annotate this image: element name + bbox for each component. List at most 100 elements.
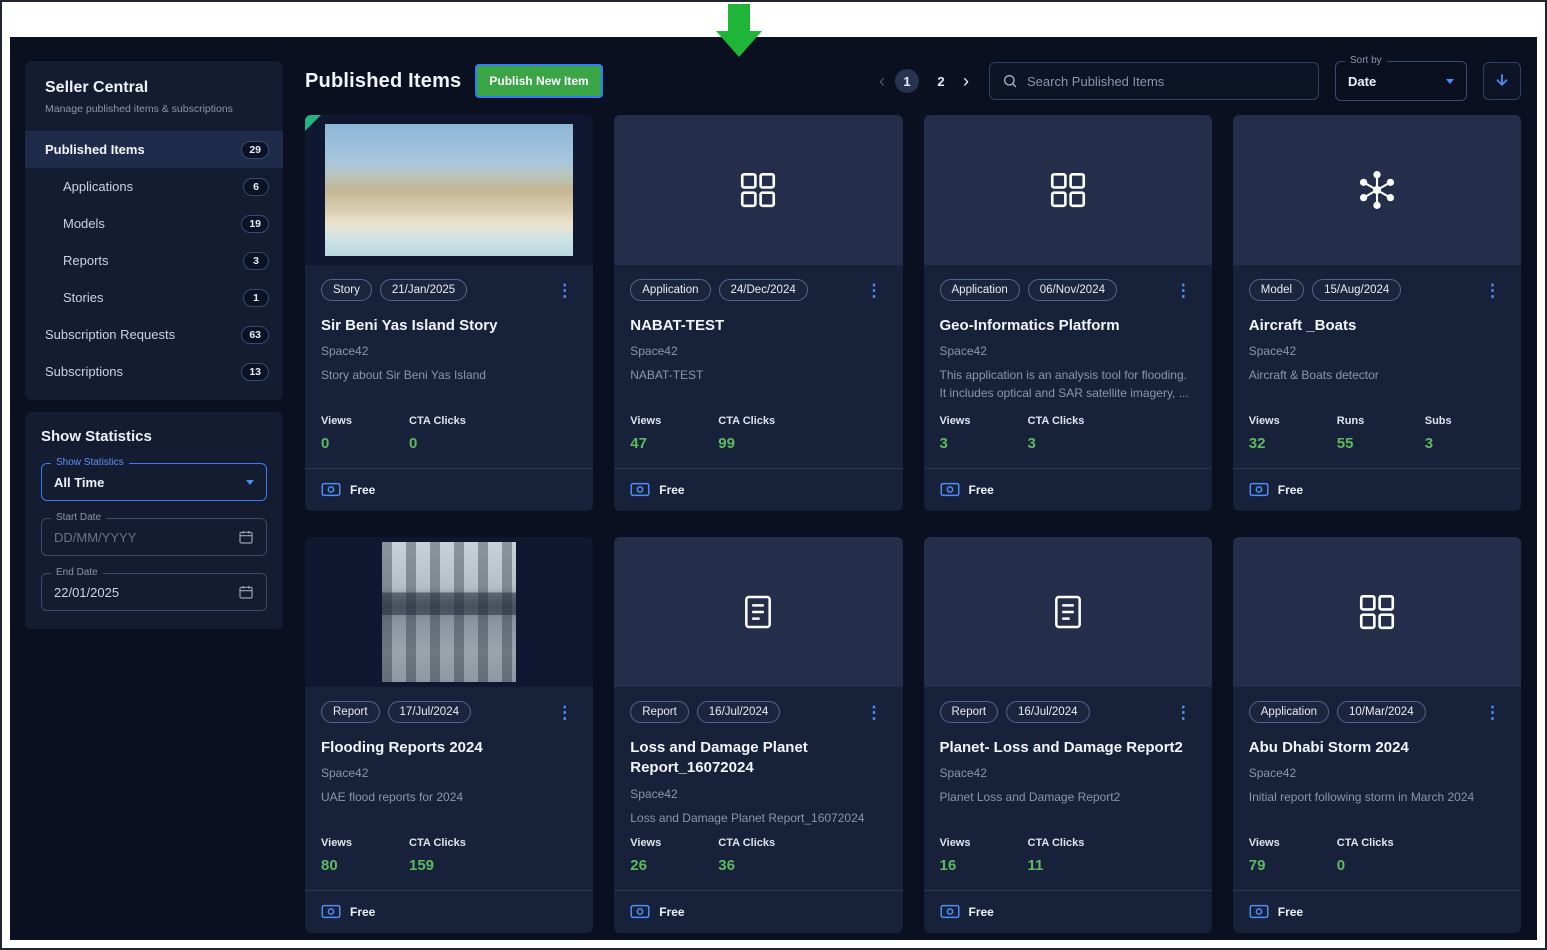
arrow-stem <box>728 4 750 31</box>
page-button-2[interactable]: 2 <box>929 69 953 93</box>
card-title: Abu Dhabi Storm 2024 <box>1249 738 1505 758</box>
card-description: Loss and Damage Planet Report_16072024 <box>630 810 886 827</box>
item-card[interactable]: Application 10/Mar/2024 ⋮ Abu Dhabi Stor… <box>1233 537 1521 933</box>
stat-label: Views <box>940 415 1028 427</box>
cards-grid: Story 21/Jan/2025 ⋮ Sir Beni Yas Island … <box>305 115 1521 933</box>
type-badge: Story <box>321 279 372 301</box>
item-card[interactable]: Story 21/Jan/2025 ⋮ Sir Beni Yas Island … <box>305 115 593 511</box>
more-menu-icon[interactable]: ⋮ <box>862 280 887 301</box>
card-stats: Views16 CTA Clicks11 <box>940 837 1196 874</box>
more-menu-icon[interactable]: ⋮ <box>552 280 577 301</box>
card-stats: Views79 CTA Clicks0 <box>1249 837 1505 874</box>
item-card[interactable]: Report 17/Jul/2024 ⋮ Flooding Reports 20… <box>305 537 593 933</box>
topbar-controls: ‹ 1 2 › Sort by Date <box>879 61 1521 101</box>
nav-label: Subscriptions <box>45 364 123 379</box>
type-badge: Report <box>321 701 380 723</box>
more-menu-icon[interactable]: ⋮ <box>1171 280 1196 301</box>
nav-label: Subscription Requests <box>45 327 175 342</box>
more-menu-icon[interactable]: ⋮ <box>1480 280 1505 301</box>
card-description: Story about Sir Beni Yas Island <box>321 367 577 384</box>
nav-label: Models <box>63 216 105 231</box>
more-menu-icon[interactable]: ⋮ <box>862 702 887 723</box>
sidebar-item-reports[interactable]: Reports 3 <box>25 242 283 279</box>
card-description: NABAT-TEST <box>630 367 886 384</box>
stat-label: CTA Clicks <box>1337 837 1394 849</box>
stat-value: 16 <box>940 857 1028 874</box>
stat-value: 99 <box>718 435 775 452</box>
sidebar-item-models[interactable]: Models 19 <box>25 205 283 242</box>
end-date-input[interactable] <box>54 585 238 600</box>
sidebar-item-published-items[interactable]: Published Items 29 <box>25 131 283 168</box>
item-card[interactable]: Application 06/Nov/2024 ⋮ Geo-Informatic… <box>924 115 1212 511</box>
page-button-1[interactable]: 1 <box>895 69 919 93</box>
item-card[interactable]: Application 24/Dec/2024 ⋮ NABAT-TEST Spa… <box>614 115 902 511</box>
banknote-icon <box>321 482 341 497</box>
stat-label: Views <box>1249 415 1337 427</box>
card-description: This application is an analysis tool for… <box>940 367 1196 402</box>
more-menu-icon[interactable]: ⋮ <box>552 702 577 723</box>
card-stats: Views26 CTA Clicks36 <box>630 837 886 874</box>
date-badge: 16/Jul/2024 <box>697 701 780 723</box>
stat-value: 55 <box>1337 435 1425 452</box>
sidebar-subtitle: Manage published items & subscriptions <box>45 103 267 115</box>
card-thumbnail <box>1233 115 1521 265</box>
card-thumbnail <box>1233 537 1521 687</box>
card-title: NABAT-TEST <box>630 316 886 336</box>
calendar-icon[interactable] <box>238 584 254 600</box>
count-badge: 13 <box>241 363 269 381</box>
start-date-field[interactable]: Start Date <box>41 518 267 556</box>
card-author: Space42 <box>940 344 1196 358</box>
statistics-period-select[interactable]: Show Statistics All Time <box>41 463 267 501</box>
stat-label: Views <box>940 837 1028 849</box>
stat-label: CTA Clicks <box>718 415 775 427</box>
stat-label: Views <box>321 837 409 849</box>
sort-by-label: Sort by <box>1345 55 1387 66</box>
stat-value: 0 <box>1337 857 1394 874</box>
more-menu-icon[interactable]: ⋮ <box>1480 702 1505 723</box>
stat-value: 159 <box>409 857 466 874</box>
price-label: Free <box>1278 905 1303 919</box>
calendar-icon[interactable] <box>238 529 254 545</box>
download-button[interactable] <box>1483 62 1521 100</box>
item-card[interactable]: Model 15/Aug/2024 ⋮ Aircraft _Boats Spac… <box>1233 115 1521 511</box>
search-box[interactable] <box>989 62 1319 100</box>
start-date-input[interactable] <box>54 530 238 545</box>
stat-value: 11 <box>1028 857 1085 874</box>
card-thumbnail <box>924 537 1212 687</box>
banknote-icon <box>940 904 960 919</box>
date-badge: 21/Jan/2025 <box>380 279 467 301</box>
stat-label: Views <box>630 415 718 427</box>
model-icon <box>1354 167 1400 213</box>
card-author: Space42 <box>630 344 886 358</box>
card-title: Sir Beni Yas Island Story <box>321 316 577 336</box>
price-label: Free <box>350 483 375 497</box>
sort-by-select[interactable]: Sort by Date <box>1335 61 1467 101</box>
card-title: Planet- Loss and Damage Report2 <box>940 738 1196 758</box>
more-menu-icon[interactable]: ⋮ <box>1171 702 1196 723</box>
show-statistics-panel: Show Statistics Show Statistics All Time… <box>25 412 283 629</box>
card-description: Aircraft & Boats detector <box>1249 367 1505 384</box>
prev-page-icon[interactable]: ‹ <box>879 72 885 90</box>
sidebar-item-stories[interactable]: Stories 1 <box>25 279 283 316</box>
type-badge: Application <box>940 279 1020 301</box>
item-card[interactable]: Report 16/Jul/2024 ⋮ Planet- Loss and Da… <box>924 537 1212 933</box>
stat-label: CTA Clicks <box>409 415 466 427</box>
sidebar-item-subscription-requests[interactable]: Subscription Requests 63 <box>25 316 283 353</box>
chevron-down-icon <box>246 480 254 485</box>
sidebar: Seller Central Manage published items & … <box>25 61 283 924</box>
banknote-icon <box>630 482 650 497</box>
search-input[interactable] <box>1027 74 1306 89</box>
end-date-field[interactable]: End Date <box>41 573 267 611</box>
nav-label: Stories <box>63 290 103 305</box>
period-select-value: All Time <box>54 475 104 490</box>
publish-new-item-button[interactable]: Publish New Item <box>475 64 602 98</box>
stat-value: 3 <box>1028 435 1085 452</box>
sidebar-nav: Published Items 29 Applications 6 Models… <box>25 125 283 400</box>
card-author: Space42 <box>321 766 577 780</box>
next-page-icon[interactable]: › <box>963 72 969 90</box>
sidebar-item-subscriptions[interactable]: Subscriptions 13 <box>25 353 283 390</box>
count-badge: 1 <box>243 289 269 307</box>
stat-label: Views <box>321 415 409 427</box>
item-card[interactable]: Report 16/Jul/2024 ⋮ Loss and Damage Pla… <box>614 537 902 933</box>
sidebar-item-applications[interactable]: Applications 6 <box>25 168 283 205</box>
